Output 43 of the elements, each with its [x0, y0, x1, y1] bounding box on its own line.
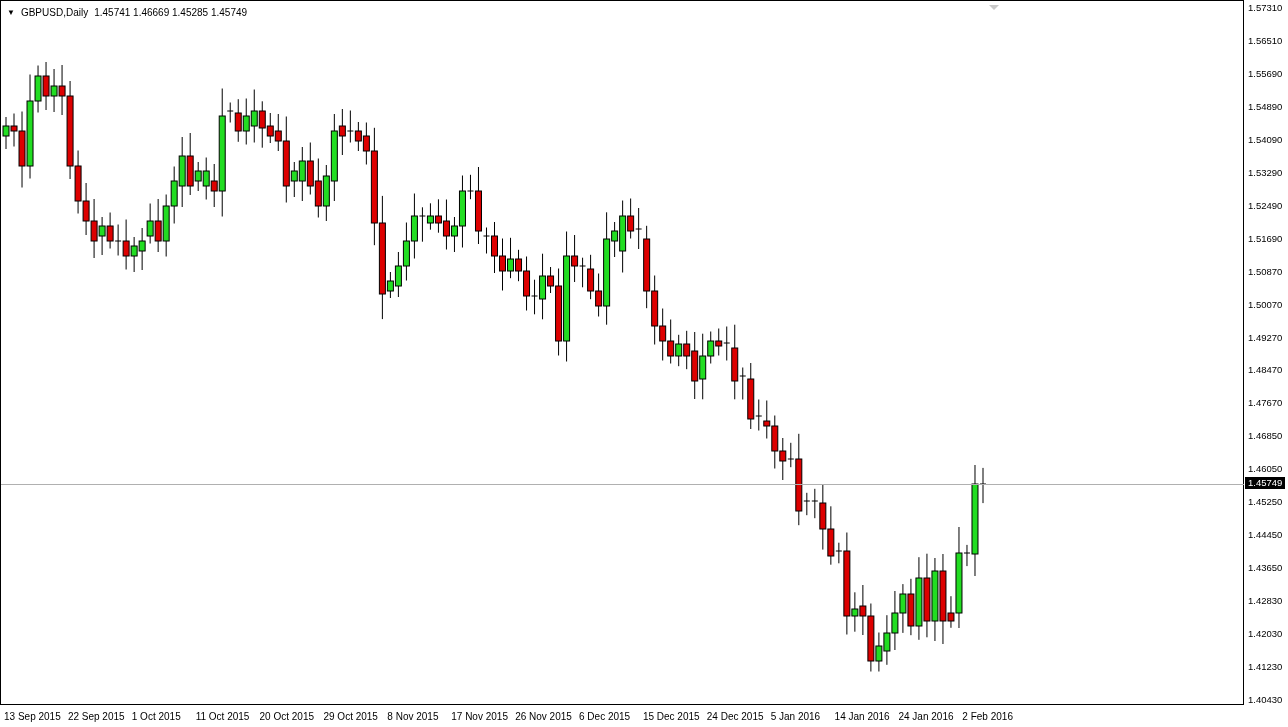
- symbol-label: GBPUSD,Daily: [20, 7, 89, 19]
- date-label: 24 Jan 2016: [898, 710, 955, 722]
- price-label: 1.47670: [1248, 397, 1283, 409]
- price-label: 1.54090: [1248, 133, 1283, 145]
- price-label: 1.40430: [1248, 693, 1283, 705]
- date-label: 8 Nov 2015: [387, 710, 440, 722]
- date-label: 2 Feb 2016: [962, 710, 1014, 722]
- price-label: 1.56510: [1248, 34, 1283, 46]
- date-label: 11 Oct 2015: [195, 710, 251, 722]
- date-label: 24 Dec 2015: [706, 710, 765, 722]
- date-label: 13 Sep 2015: [4, 710, 62, 722]
- date-label: 22 Sep 2015: [67, 710, 126, 722]
- date-label: 6 Dec 2015: [579, 710, 632, 722]
- price-label: 1.45250: [1248, 496, 1283, 508]
- date-label: 15 Dec 2015: [642, 710, 701, 722]
- price-label: 1.53290: [1248, 166, 1283, 178]
- date-label: 20 Oct 2015: [259, 710, 316, 722]
- date-label: 14 Jan 2016: [834, 710, 891, 722]
- price-label: 1.44450: [1248, 529, 1283, 541]
- quote-values: 1.45741 1.46669 1.45285 1.45749: [94, 7, 248, 19]
- price-label: 1.48470: [1248, 364, 1283, 376]
- current-price-label: 1.45749: [1245, 477, 1286, 489]
- price-label: 1.42830: [1248, 595, 1283, 607]
- date-label: 5 Jan 2016: [770, 710, 822, 722]
- price-label: 1.43650: [1248, 562, 1283, 574]
- dropdown-glyph[interactable]: ▼: [7, 7, 15, 19]
- date-label: 17 Nov 2015: [451, 710, 509, 722]
- price-label: 1.50070: [1248, 298, 1283, 310]
- triangle-marker-icon: [989, 5, 999, 10]
- price-label: 1.41230: [1248, 661, 1283, 672]
- price-label: 1.46050: [1248, 463, 1283, 475]
- price-label: 1.49270: [1248, 331, 1283, 343]
- date-label: 29 Oct 2015: [323, 710, 379, 722]
- price-label: 1.52490: [1248, 199, 1283, 211]
- price-label: 1.54890: [1248, 100, 1283, 112]
- price-label: 1.50870: [1248, 265, 1283, 277]
- date-label: 26 Nov 2015: [515, 710, 573, 722]
- price-label: 1.57310: [1248, 2, 1283, 13]
- price-label: 1.55690: [1248, 67, 1283, 79]
- price-label: 1.51690: [1248, 232, 1283, 244]
- date-label: 1 Oct 2015: [131, 710, 182, 722]
- price-label: 1.46850: [1248, 430, 1283, 442]
- price-label: 1.42030: [1248, 628, 1283, 640]
